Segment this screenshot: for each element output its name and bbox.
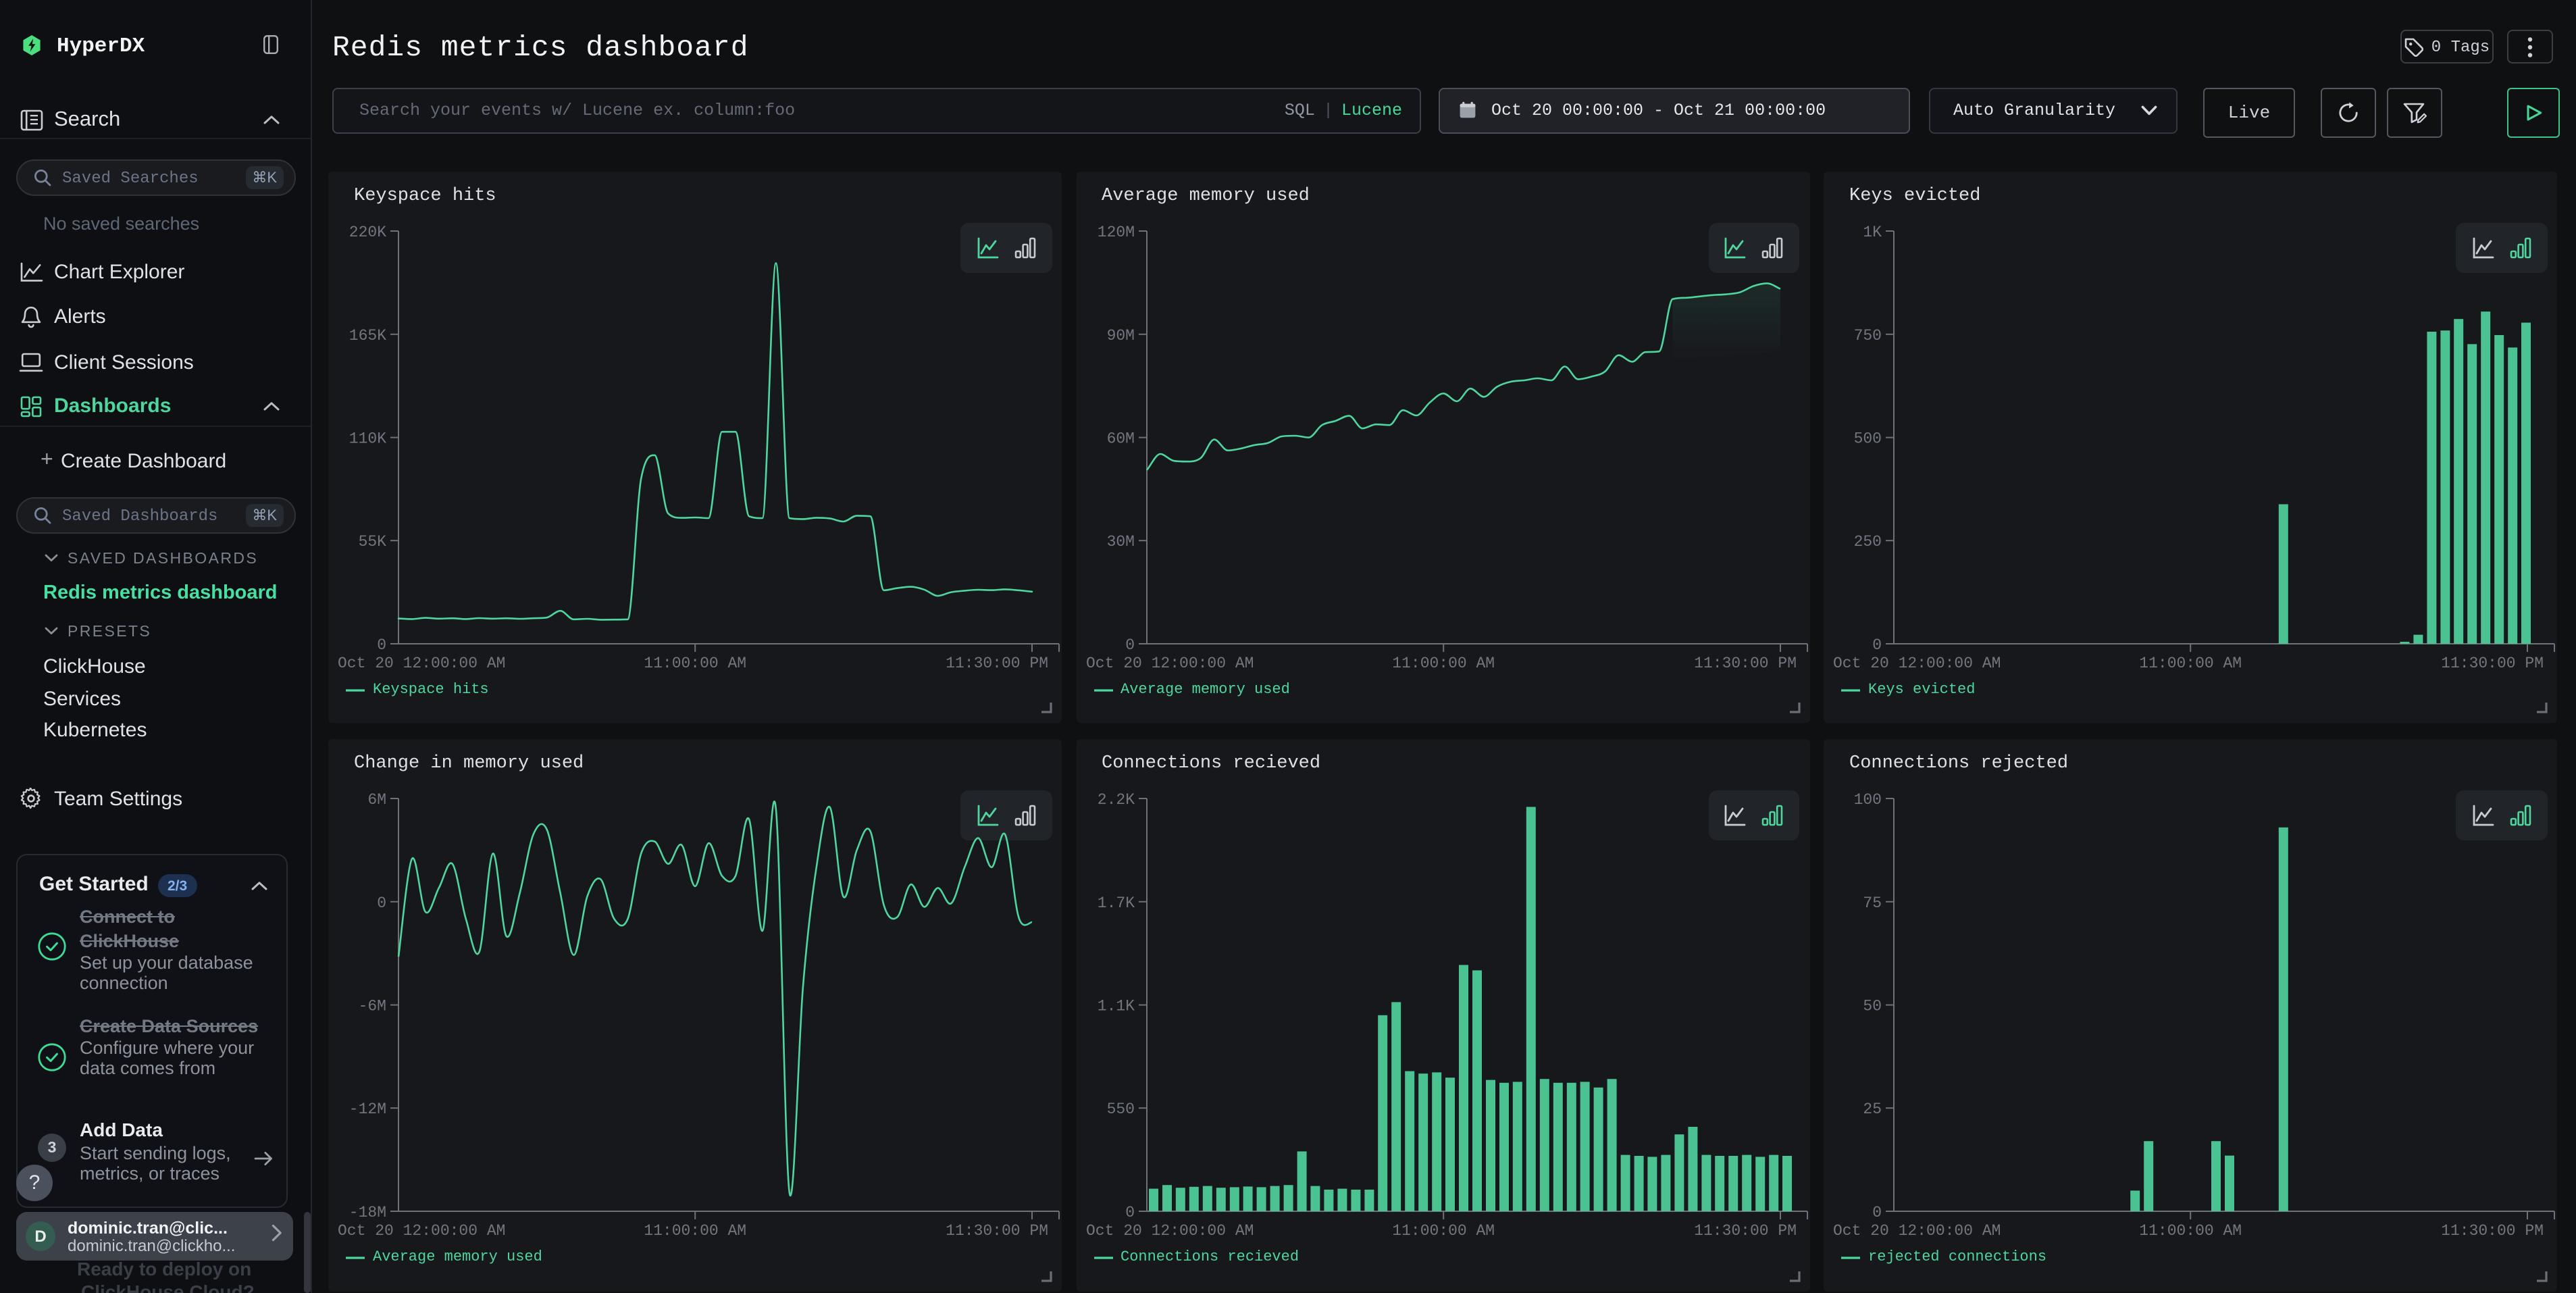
svg-text:250: 250 xyxy=(1854,533,1882,551)
svg-text:11:30:00 PM: 11:30:00 PM xyxy=(2441,1222,2544,1240)
svg-text:500: 500 xyxy=(1854,430,1882,448)
svg-text:110K: 110K xyxy=(349,430,386,448)
svg-text:11:30:00 PM: 11:30:00 PM xyxy=(946,655,1048,672)
svg-text:25: 25 xyxy=(1863,1100,1882,1118)
svg-text:-6M: -6M xyxy=(359,998,386,1015)
svg-text:165K: 165K xyxy=(349,327,386,345)
svg-text:0: 0 xyxy=(377,894,386,912)
svg-text:11:00:00 AM: 11:00:00 AM xyxy=(644,655,746,672)
svg-text:0: 0 xyxy=(1125,636,1134,654)
svg-text:0: 0 xyxy=(1872,1204,1882,1221)
svg-text:-18M: -18M xyxy=(349,1204,386,1221)
svg-text:11:00:00 AM: 11:00:00 AM xyxy=(2139,655,2242,672)
svg-text:30M: 30M xyxy=(1106,533,1134,551)
svg-text:90M: 90M xyxy=(1106,327,1134,345)
svg-text:Oct 20 12:00:00 AM: Oct 20 12:00:00 AM xyxy=(1833,1222,2001,1240)
svg-text:220K: 220K xyxy=(349,224,386,241)
svg-text:6M: 6M xyxy=(367,791,386,809)
svg-text:11:00:00 AM: 11:00:00 AM xyxy=(2139,1222,2242,1240)
svg-text:11:30:00 PM: 11:30:00 PM xyxy=(1693,655,1796,672)
svg-text:60M: 60M xyxy=(1106,430,1134,448)
svg-text:Oct 20 12:00:00 AM: Oct 20 12:00:00 AM xyxy=(1833,655,2001,672)
svg-text:0: 0 xyxy=(1872,636,1882,654)
svg-text:120M: 120M xyxy=(1097,224,1134,241)
svg-text:50: 50 xyxy=(1863,998,1882,1015)
svg-text:11:30:00 PM: 11:30:00 PM xyxy=(1693,1222,1796,1240)
svg-text:11:00:00 AM: 11:00:00 AM xyxy=(644,1222,746,1240)
svg-text:11:30:00 PM: 11:30:00 PM xyxy=(2441,655,2544,672)
svg-text:550: 550 xyxy=(1106,1100,1134,1118)
svg-text:1.1K: 1.1K xyxy=(1097,998,1134,1015)
svg-text:Oct 20 12:00:00 AM: Oct 20 12:00:00 AM xyxy=(1085,1222,1253,1240)
svg-text:0: 0 xyxy=(1125,1204,1134,1221)
svg-text:0: 0 xyxy=(377,636,386,654)
svg-text:11:30:00 PM: 11:30:00 PM xyxy=(946,1222,1048,1240)
svg-text:-12M: -12M xyxy=(349,1100,386,1118)
svg-text:55K: 55K xyxy=(359,533,387,551)
svg-text:11:00:00 AM: 11:00:00 AM xyxy=(1391,655,1494,672)
svg-text:1K: 1K xyxy=(1863,224,1882,241)
svg-text:2.2K: 2.2K xyxy=(1097,791,1134,809)
svg-text:Oct 20 12:00:00 AM: Oct 20 12:00:00 AM xyxy=(338,655,505,672)
svg-text:11:00:00 AM: 11:00:00 AM xyxy=(1391,1222,1494,1240)
svg-text:75: 75 xyxy=(1863,894,1882,912)
svg-text:1.7K: 1.7K xyxy=(1097,894,1134,912)
svg-text:100: 100 xyxy=(1854,791,1882,809)
svg-text:Oct 20 12:00:00 AM: Oct 20 12:00:00 AM xyxy=(338,1222,505,1240)
svg-text:Oct 20 12:00:00 AM: Oct 20 12:00:00 AM xyxy=(1085,655,1253,672)
svg-text:750: 750 xyxy=(1854,327,1882,345)
